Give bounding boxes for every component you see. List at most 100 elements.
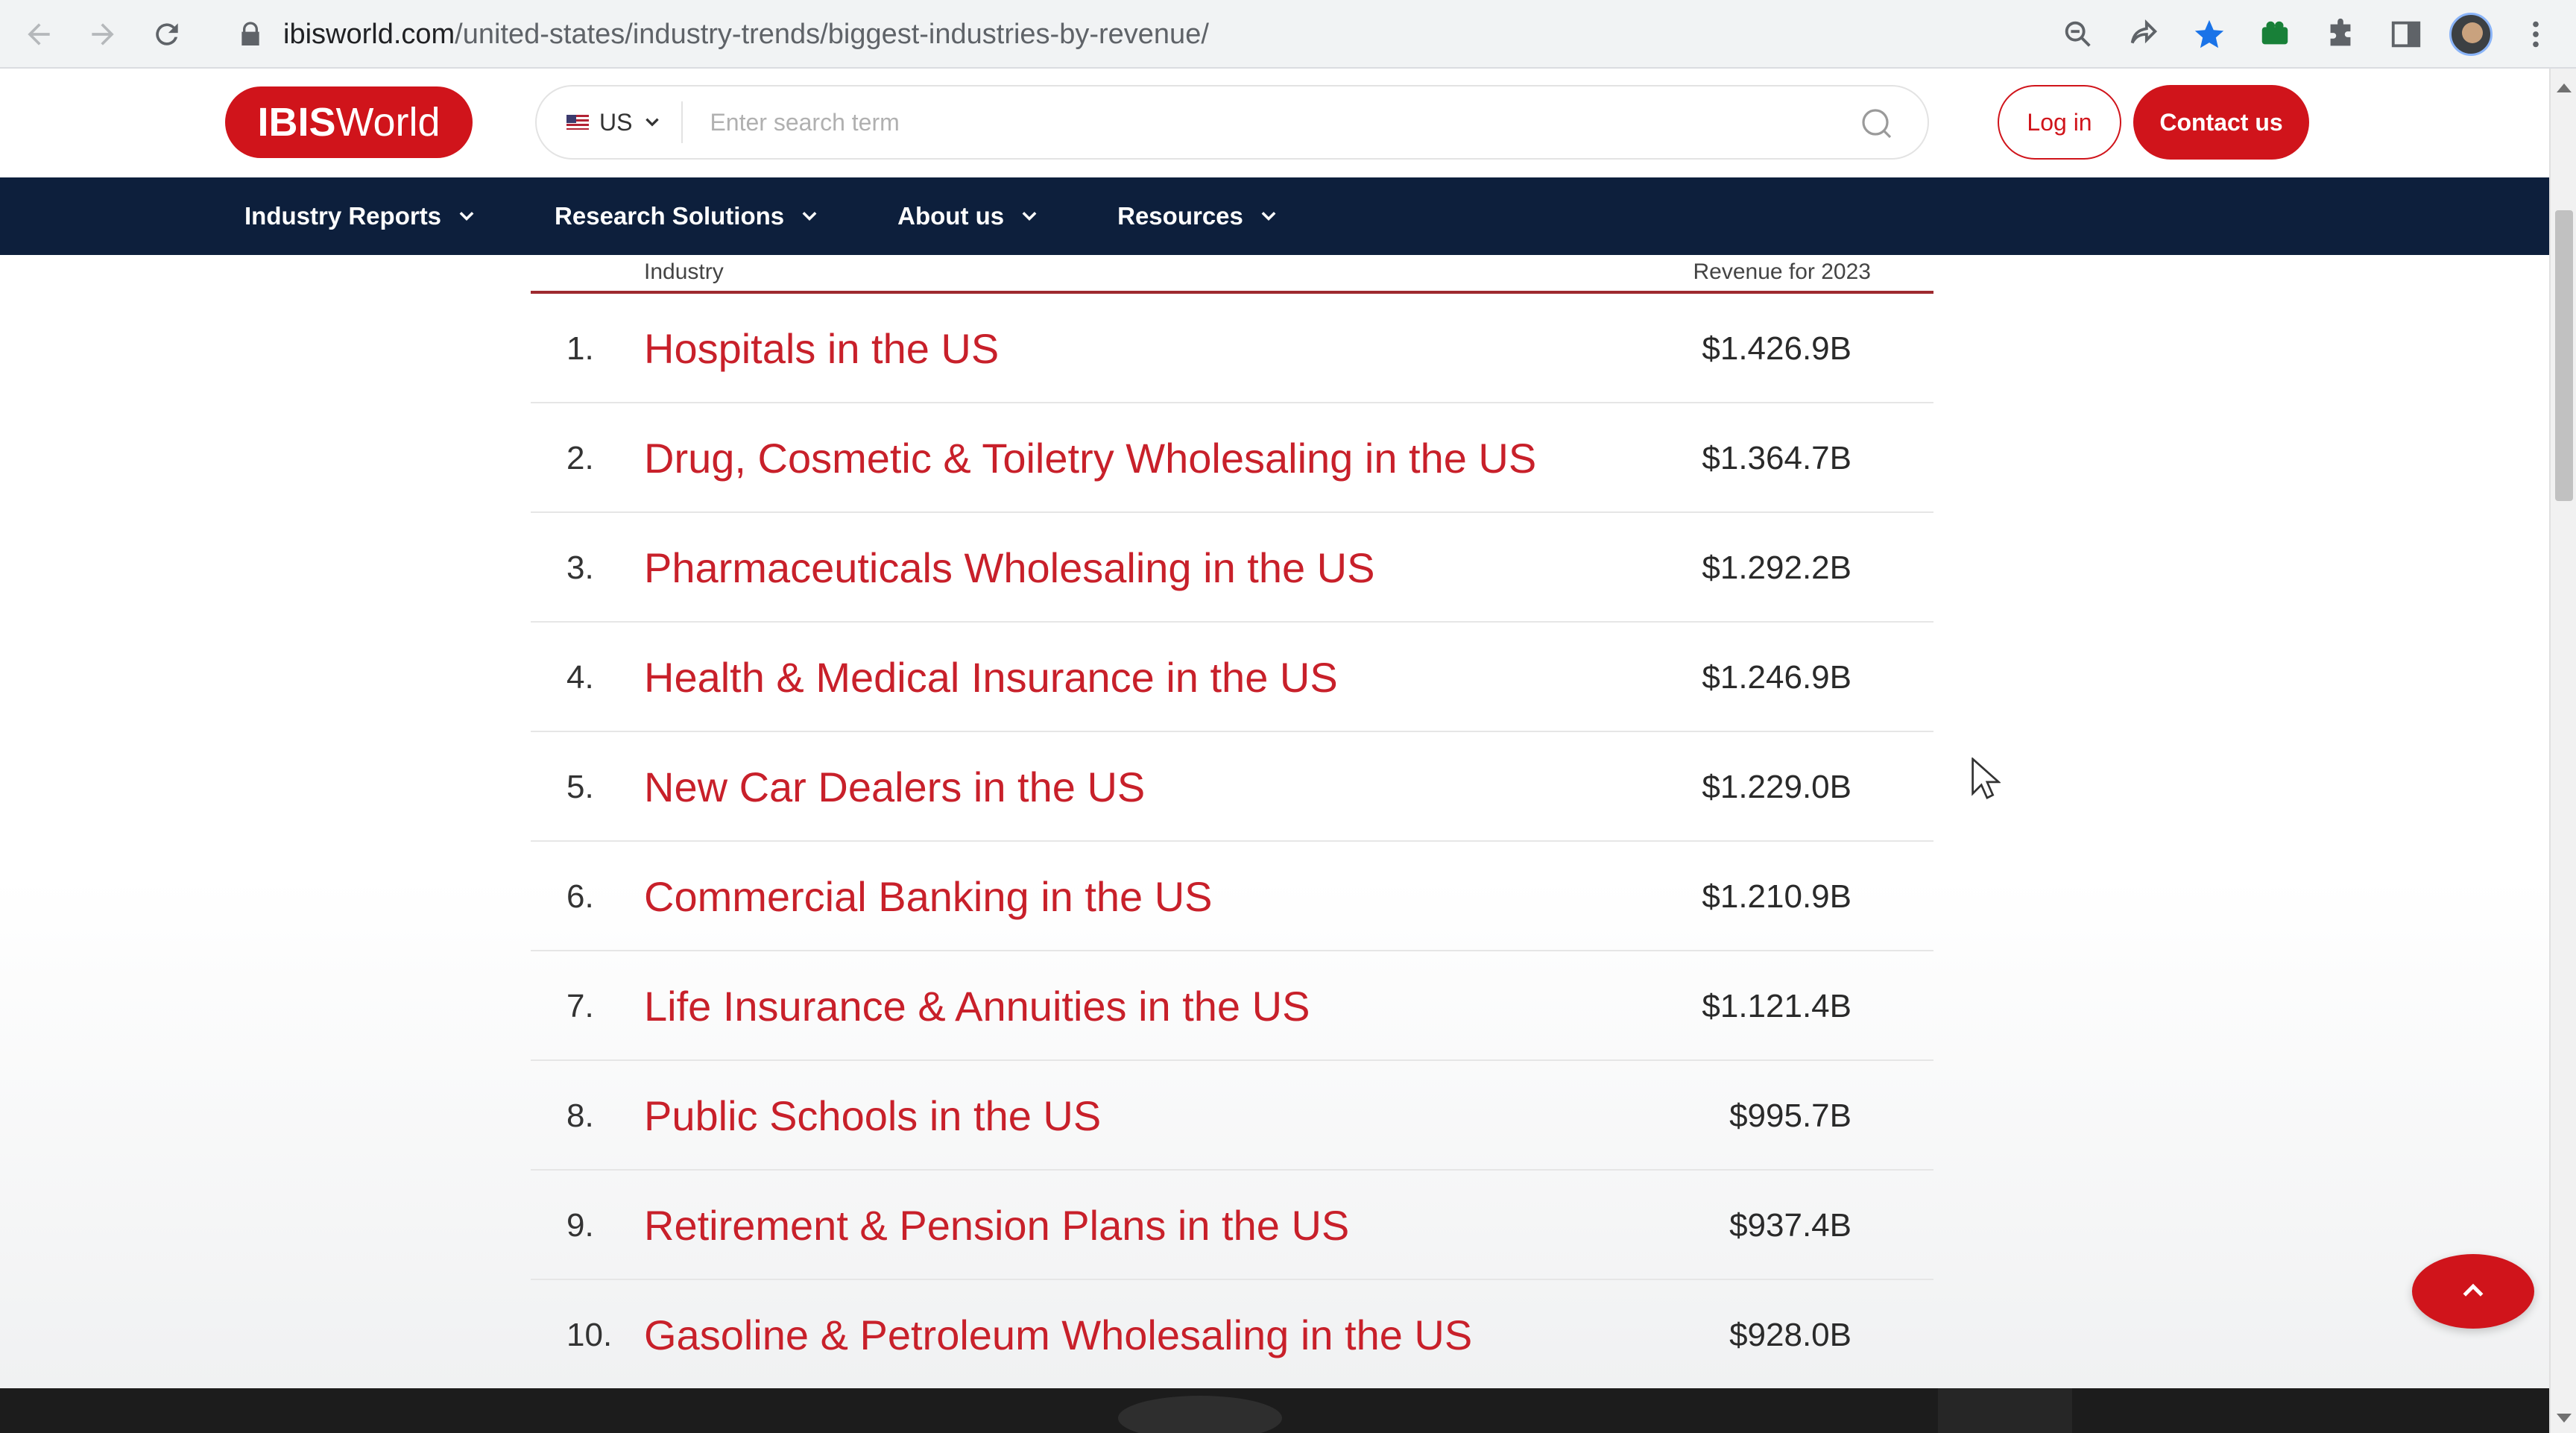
- rank: 2.: [566, 439, 594, 476]
- scroll-down-arrow-icon[interactable]: [2557, 1414, 2572, 1423]
- login-button[interactable]: Log in: [1998, 85, 2121, 160]
- main-content: Industry Revenue for 2023 1. Hospitals i…: [0, 255, 2549, 1388]
- zoom-button[interactable]: [2056, 12, 2100, 57]
- forward-button[interactable]: [76, 7, 130, 61]
- table-row: 2. Drug, Cosmetic & Toiletry Wholesaling…: [531, 403, 1933, 513]
- search-input[interactable]: [710, 108, 1828, 136]
- table-row: 5. New Car Dealers in the US $1.229.0B: [531, 732, 1933, 842]
- revenue-value: $1.364.7B: [1702, 439, 1852, 476]
- share-icon: [2130, 19, 2158, 44]
- table-row: 1. Hospitals in the US $1.426.9B: [531, 294, 1933, 403]
- bookmark-button[interactable]: [2187, 12, 2232, 57]
- nav-resources[interactable]: Resources: [1117, 202, 1279, 230]
- chevron-up-icon: [2463, 1283, 2484, 1297]
- revenue-value: $1.246.9B: [1702, 658, 1852, 696]
- chevron-down-icon: [645, 118, 660, 127]
- site-header: IBISWorld US Log in Contact us: [0, 69, 2549, 177]
- table-row: 6. Commercial Banking in the US $1.210.9…: [531, 842, 1933, 951]
- main-nav: Industry Reports Research Solutions Abou…: [0, 177, 2549, 255]
- back-to-top-button[interactable]: [2412, 1254, 2534, 1329]
- lock-icon: [242, 22, 259, 45]
- table-row: 7. Life Insurance & Annuities in the US …: [531, 951, 1933, 1061]
- browser-toolbar: ibisworld.com/united-states/industry-tre…: [0, 0, 2576, 69]
- rank: 10.: [566, 1316, 613, 1353]
- table-header: Industry Revenue for 2023: [531, 255, 1933, 294]
- industry-link[interactable]: Life Insurance & Annuities in the US: [644, 951, 1310, 1061]
- side-panel-button[interactable]: [2384, 12, 2428, 57]
- extension-button[interactable]: [2253, 12, 2297, 57]
- chevron-down-icon: [802, 212, 817, 221]
- url-host: ibisworld.com: [283, 18, 455, 50]
- reload-button[interactable]: [140, 7, 194, 61]
- industry-link[interactable]: Commercial Banking in the US: [644, 842, 1213, 951]
- profile-avatar[interactable]: [2449, 13, 2493, 56]
- footer-image-strip: [0, 1388, 2549, 1433]
- chevron-down-icon: [1261, 212, 1276, 221]
- industry-link[interactable]: Drug, Cosmetic & Toiletry Wholesaling in…: [644, 403, 1536, 513]
- revenue-value: $1.229.0B: [1702, 768, 1852, 805]
- revenue-value: $1.121.4B: [1702, 987, 1852, 1024]
- revenue-value: $1.426.9B: [1702, 330, 1852, 367]
- share-button[interactable]: [2121, 12, 2166, 57]
- nav-industry-reports[interactable]: Industry Reports: [244, 202, 477, 230]
- scroll-up-arrow-icon[interactable]: [2557, 84, 2572, 92]
- nav-about-us[interactable]: About us: [897, 202, 1040, 230]
- table-row: 3. Pharmaceuticals Wholesaling in the US…: [531, 513, 1933, 623]
- industry-link[interactable]: Hospitals in the US: [644, 294, 999, 403]
- industry-link[interactable]: Pharmaceuticals Wholesaling in the US: [644, 513, 1374, 623]
- zoom-icon: [2065, 21, 2091, 47]
- ibisworld-logo[interactable]: IBIS World: [225, 86, 473, 158]
- logo-regular: World: [335, 100, 441, 145]
- menu-button[interactable]: [2513, 12, 2558, 57]
- nav-label: Research Solutions: [555, 202, 785, 230]
- browser-actions: [2056, 7, 2558, 61]
- mouse-cursor-icon: [1972, 758, 2001, 799]
- industry-link[interactable]: Retirement & Pension Plans in the US: [644, 1171, 1349, 1280]
- camera-extension-icon: [2261, 21, 2288, 45]
- address-bar[interactable]: ibisworld.com/united-states/industry-tre…: [215, 4, 2108, 64]
- page-scrollbar[interactable]: [2549, 69, 2576, 1433]
- rank: 6.: [566, 878, 594, 915]
- table-row: 10. Gasoline & Petroleum Wholesaling in …: [531, 1280, 1933, 1390]
- rank: 4.: [566, 658, 594, 696]
- rank: 1.: [566, 330, 594, 367]
- logo-bold: IBIS: [257, 100, 336, 145]
- rank: 5.: [566, 768, 594, 805]
- extensions-button[interactable]: [2318, 12, 2363, 57]
- search-bar: US: [535, 85, 1929, 160]
- industries-table: Industry Revenue for 2023 1. Hospitals i…: [531, 255, 1933, 1390]
- column-header-revenue: Revenue for 2023: [1693, 259, 1871, 284]
- table-row: 9. Retirement & Pension Plans in the US …: [531, 1171, 1933, 1280]
- chevron-down-icon: [459, 212, 474, 221]
- us-flag-icon: [566, 115, 589, 130]
- table-row: 8. Public Schools in the US $995.7B: [531, 1061, 1933, 1171]
- nav-label: Resources: [1117, 202, 1243, 230]
- rank: 7.: [566, 987, 594, 1024]
- revenue-value: $1.292.2B: [1702, 549, 1852, 586]
- country-selector[interactable]: US: [537, 101, 684, 143]
- revenue-value: $937.4B: [1729, 1206, 1852, 1244]
- rank: 3.: [566, 549, 594, 586]
- industry-link[interactable]: Health & Medical Insurance in the US: [644, 623, 1338, 732]
- contact-button[interactable]: Contact us: [2133, 85, 2309, 160]
- revenue-value: $928.0B: [1729, 1316, 1852, 1353]
- nav-label: About us: [897, 202, 1005, 230]
- revenue-value: $995.7B: [1729, 1097, 1852, 1134]
- nav-label: Industry Reports: [244, 202, 442, 230]
- scroll-thumb[interactable]: [2555, 210, 2573, 501]
- back-button[interactable]: [12, 7, 66, 61]
- kebab-menu-icon: [2533, 21, 2539, 48]
- url-text: ibisworld.com/united-states/industry-tre…: [283, 19, 1209, 51]
- nav-research-solutions[interactable]: Research Solutions: [555, 202, 820, 230]
- country-label: US: [599, 108, 633, 136]
- industry-link[interactable]: Gasoline & Petroleum Wholesaling in the …: [644, 1280, 1472, 1390]
- rank: 8.: [566, 1097, 594, 1134]
- side-panel-icon: [2391, 21, 2421, 48]
- footer-image-shape: [1938, 1388, 2072, 1433]
- industry-link[interactable]: New Car Dealers in the US: [644, 732, 1145, 842]
- arrow-left-icon: [28, 23, 50, 45]
- revenue-value: $1.210.9B: [1702, 878, 1852, 915]
- search-icon[interactable]: [1859, 106, 1895, 142]
- industry-link[interactable]: Public Schools in the US: [644, 1061, 1101, 1171]
- rank: 9.: [566, 1206, 594, 1244]
